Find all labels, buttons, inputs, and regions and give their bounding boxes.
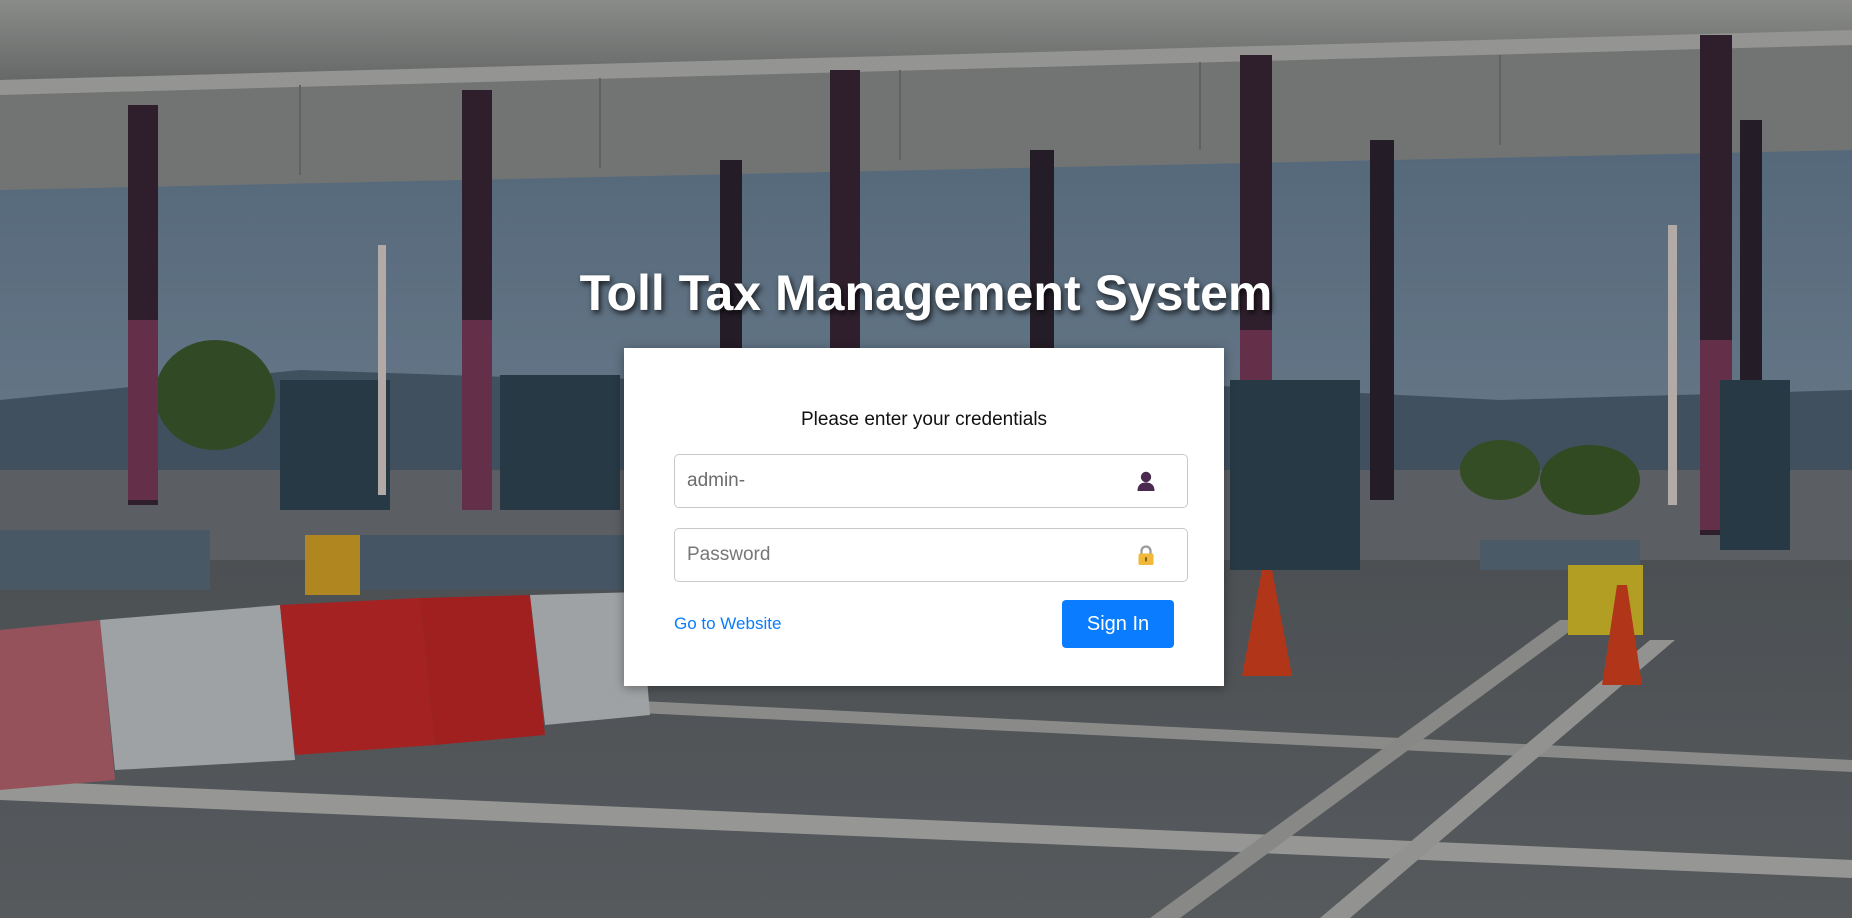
lock-icon (1138, 545, 1154, 565)
credentials-prompt: Please enter your credentials (800, 409, 1048, 430)
username-field[interactable] (674, 454, 1188, 508)
password-field[interactable] (674, 528, 1188, 582)
page-title: Toll Tax Management System (579, 265, 1273, 321)
go-to-website-link[interactable]: Go to Website (674, 614, 781, 634)
username-input[interactable] (675, 455, 1115, 507)
password-input[interactable] (675, 529, 1115, 581)
user-icon (1137, 471, 1155, 491)
sign-in-button[interactable]: Sign In (1062, 600, 1174, 648)
login-card: Please enter your credentials Go to Webs… (624, 348, 1224, 686)
login-page: Toll Tax Management System Please enter … (0, 0, 1852, 918)
